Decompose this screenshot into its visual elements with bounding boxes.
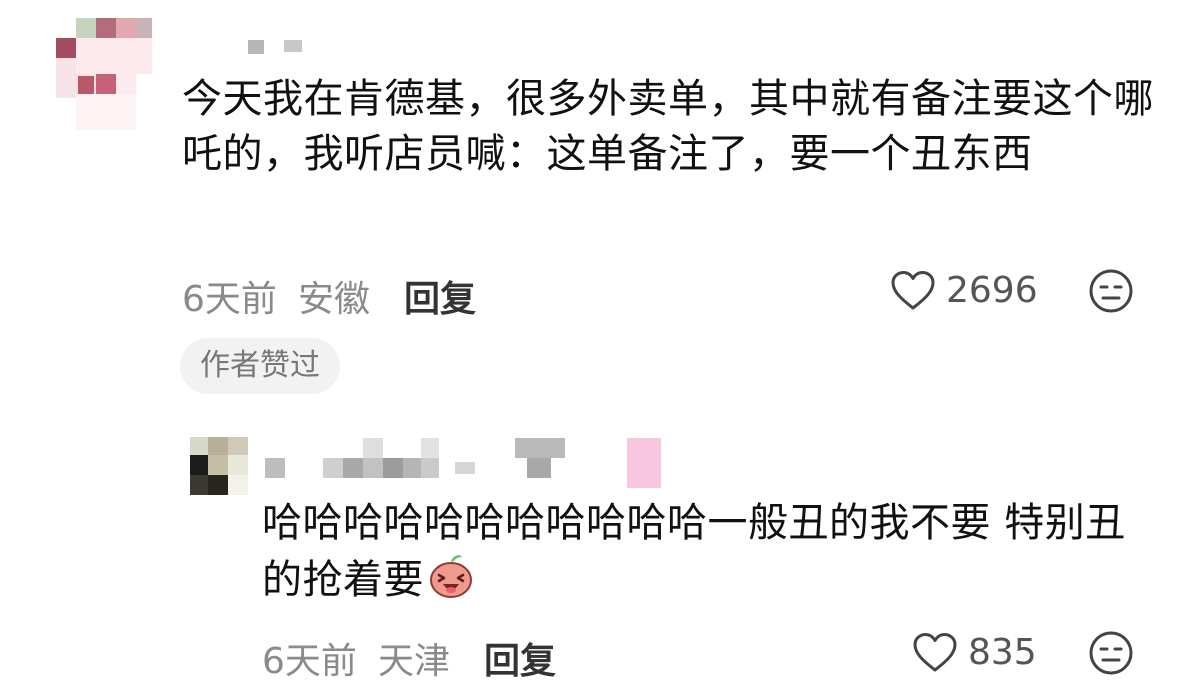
author-liked-badge: 作者赞过 bbox=[180, 338, 340, 394]
like-count: 835 bbox=[968, 632, 1037, 673]
reply-button[interactable]: 回复 bbox=[484, 632, 556, 684]
reply-button[interactable]: 回复 bbox=[404, 270, 476, 322]
heart-outline-icon bbox=[891, 271, 935, 310]
heart-outline-icon bbox=[913, 633, 957, 672]
comment-location: 天津 bbox=[378, 641, 451, 682]
comment-location: 安徽 bbox=[298, 279, 371, 320]
like-count: 2696 bbox=[946, 270, 1038, 311]
avatar[interactable] bbox=[48, 18, 152, 130]
comment-text: 今天我在肯德基，很多外卖单，其中就有备注要这个哪吒的，我听店员喊：这单备注了，要… bbox=[182, 76, 1154, 177]
meh-face-icon[interactable] bbox=[1088, 268, 1134, 314]
comment-time: 6天前 bbox=[262, 641, 357, 682]
username[interactable] bbox=[248, 40, 308, 54]
comment-time: 6天前 bbox=[182, 279, 277, 320]
comment-text: 哈哈哈哈哈哈哈哈哈哈哈一般丑的我不要 特别丑的抢着要 bbox=[262, 500, 1126, 603]
laughing-blob-emoji bbox=[430, 555, 472, 598]
comment-text-container: 哈哈哈哈哈哈哈哈哈哈哈一般丑的我不要 特别丑的抢着要 bbox=[262, 496, 1162, 608]
username[interactable] bbox=[265, 438, 675, 488]
avatar[interactable] bbox=[190, 437, 248, 495]
meh-face-icon[interactable] bbox=[1088, 630, 1134, 676]
